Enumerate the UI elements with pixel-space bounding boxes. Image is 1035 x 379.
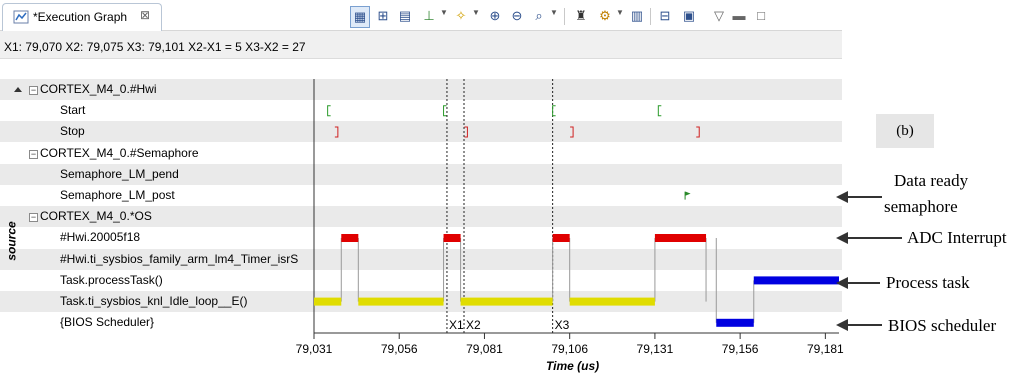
execution-graph-icon — [13, 10, 29, 24]
hwi-execution-segment[interactable] — [341, 234, 359, 242]
zoom-fit-icon[interactable]: ⌕ — [530, 6, 548, 26]
hwi-execution-segment[interactable] — [552, 234, 570, 242]
start-event-mark[interactable] — [327, 105, 331, 117]
arrow-adc-interrupt — [836, 232, 902, 244]
idle-loop-segment[interactable] — [314, 297, 342, 306]
toolbar-separator — [650, 8, 651, 25]
annotation-data-ready-line2: semaphore — [884, 197, 958, 216]
time-tick-label: 79,106 — [551, 342, 589, 356]
graph-area: CORTEX_M4_0.#Hwi − Start Stop CORTEX_M4_0.#S… — [0, 59, 844, 379]
close-icon[interactable]: ⊠ — [140, 8, 150, 22]
cursor-measurement-bar: X1: 79,070 X2: 79,075 X3: 79,101 X2-X1 =… — [0, 31, 842, 59]
stop-event-mark[interactable] — [570, 126, 574, 138]
bookmark-icon[interactable]: ✧ — [452, 6, 470, 26]
stop-event-mark[interactable] — [464, 126, 468, 138]
hwi-execution-segment[interactable] — [443, 234, 461, 242]
maximize-icon[interactable]: □ — [752, 6, 770, 26]
bios-scheduler-segment[interactable] — [716, 318, 754, 327]
time-tick-label: 79,031 — [295, 342, 333, 356]
time-tick-label: 79,056 — [380, 342, 418, 356]
chevron-down-icon[interactable]: ▼ — [472, 8, 480, 17]
start-event-mark[interactable] — [443, 105, 447, 117]
minimize-icon[interactable]: ▬ — [730, 6, 748, 26]
tab-execution-graph[interactable]: *Execution Graph ⊠ — [2, 3, 162, 31]
properties-icon[interactable]: ▥ — [628, 6, 646, 26]
table-icon[interactable]: ▤ — [396, 6, 414, 26]
chevron-down-icon[interactable]: ▼ — [550, 8, 558, 17]
annotation-data-ready-line1: Data ready — [894, 171, 969, 190]
view-menu-icon[interactable]: ▽ — [710, 6, 728, 26]
group-icon[interactable]: ▣ — [680, 6, 698, 26]
zoom-out-icon[interactable]: ⊖ — [508, 6, 526, 26]
cursor-marker-label: X2 — [466, 318, 481, 332]
arrow-bios-scheduler — [836, 319, 882, 331]
find-icon[interactable]: ♜ — [572, 6, 590, 26]
time-tick-label: 79,181 — [807, 342, 844, 356]
time-tick-label: 79,131 — [636, 342, 674, 356]
cursor-marker-label: X3 — [555, 318, 570, 332]
arrow-process-task — [836, 277, 880, 289]
idle-loop-segment[interactable] — [358, 297, 444, 306]
filter-icon[interactable]: ⚙ — [596, 6, 614, 26]
execution-graph-canvas[interactable]: X1 X2 X3 — [0, 59, 842, 379]
hwi-execution-segment[interactable] — [654, 234, 707, 242]
time-axis-label: Time (us) — [546, 359, 600, 373]
start-event-mark[interactable] — [657, 105, 662, 117]
measurement-icon[interactable]: ⊥ — [420, 6, 438, 26]
start-event-mark[interactable] — [552, 105, 556, 117]
time-tick-label: 79,156 — [721, 342, 759, 356]
annotation-bios-scheduler: BIOS scheduler — [888, 316, 997, 335]
process-task-segment[interactable] — [753, 276, 839, 285]
figure-panel-label: (b) — [876, 114, 934, 148]
execution-graph-view: *Execution Graph ⊠ ▦ ⊞ ▤ ⊥ ▼ ✧ ▼ ⊕ ⊖ ⌕ ▼… — [0, 0, 844, 379]
semaphore-post-flag-icon[interactable] — [684, 191, 691, 200]
annotation-process-task: Process task — [886, 273, 970, 292]
graph-mode-icon[interactable]: ▦ — [350, 6, 370, 28]
zoom-in-icon[interactable]: ⊕ — [486, 6, 504, 26]
toolbar-separator — [564, 8, 565, 25]
chevron-down-icon[interactable]: ▼ — [616, 8, 624, 17]
chevron-down-icon[interactable]: ▼ — [440, 8, 448, 17]
stop-event-mark[interactable] — [696, 126, 700, 138]
arrow-data-ready — [836, 191, 882, 203]
time-tick-label: 79,081 — [466, 342, 503, 356]
idle-loop-segment[interactable] — [460, 297, 553, 306]
collapse-all-icon[interactable]: ⊟ — [656, 6, 674, 26]
align-icon[interactable]: ⊞ — [374, 6, 392, 26]
cursor-marker-label: X1 — [449, 318, 464, 332]
cursor-measurements: X1: 79,070 X2: 79,075 X3: 79,101 X2-X1 =… — [4, 40, 306, 54]
stop-event-mark[interactable] — [334, 126, 339, 138]
tab-bar: *Execution Graph ⊠ ▦ ⊞ ▤ ⊥ ▼ ✧ ▼ ⊕ ⊖ ⌕ ▼… — [0, 0, 842, 31]
idle-loop-segment[interactable] — [569, 297, 655, 306]
tab-title: *Execution Graph — [33, 10, 128, 24]
collapse-tree-icon[interactable] — [14, 87, 22, 92]
annotation-adc-interrupt: ADC Interrupt — [907, 228, 1007, 247]
